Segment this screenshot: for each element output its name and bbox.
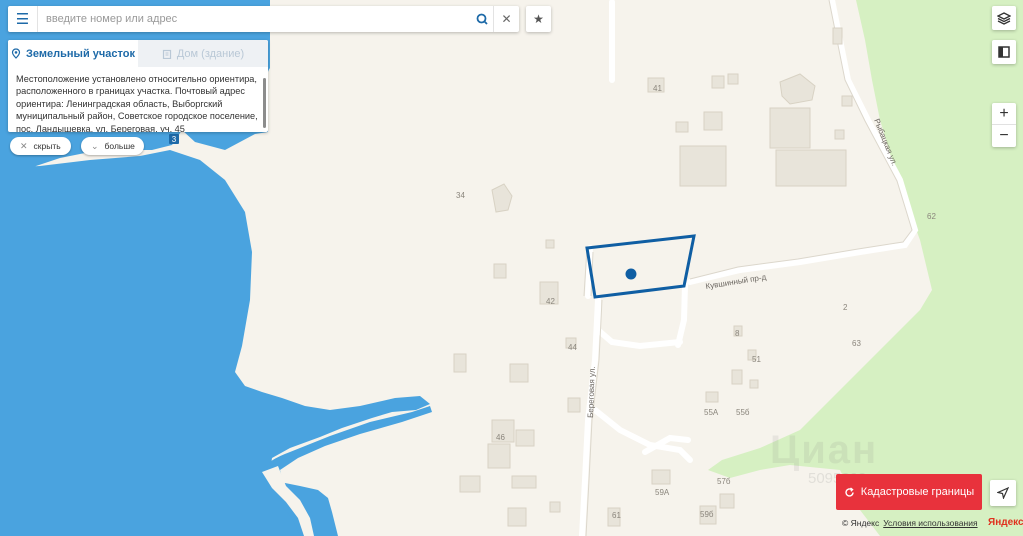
ruler-button[interactable] (992, 40, 1016, 64)
tab-label: Дом (здание) (176, 47, 245, 60)
tab-land-plot[interactable]: Земельный участок (8, 40, 138, 67)
chevron-down-icon: ⌄ (91, 140, 99, 151)
more-label: больше (104, 141, 135, 151)
tab-building[interactable]: Дом (здание) (138, 40, 268, 67)
hide-button[interactable]: ✕ скрыть (10, 137, 71, 155)
search-icon (476, 13, 488, 25)
house-number-label: 42 (546, 297, 555, 306)
search-input[interactable] (38, 13, 471, 25)
terms-link[interactable]: Условия использования (883, 518, 977, 528)
yandex-logo: Яндекс (988, 517, 1023, 528)
navigation-arrow-icon (997, 487, 1009, 499)
house-number-label: 44 (568, 343, 577, 352)
zoom-in-button[interactable]: + (992, 103, 1016, 125)
parcel-marker[interactable] (625, 268, 637, 280)
search-bar: ☰ ✕ (8, 6, 519, 32)
minus-icon: − (999, 127, 1009, 144)
house-number-label: 62 (927, 212, 936, 221)
ruler-icon (998, 46, 1010, 58)
cadastral-borders-button[interactable]: Кадастровые границы (836, 474, 982, 510)
yandex-logo-text: Яндекс (988, 517, 1023, 528)
zoom-control: + − (992, 103, 1016, 147)
house-number-label: 59А (655, 488, 670, 497)
parcel-description: Местоположение установлено относительно … (16, 74, 258, 132)
info-panel: Земельный участок Дом (здание) Местополо… (8, 40, 268, 132)
search-button[interactable] (471, 6, 493, 32)
house-number-label: 55б (736, 408, 750, 417)
watermark-logo: Циан (770, 428, 879, 472)
favorite-button[interactable]: ★ (526, 6, 551, 32)
layers-icon (997, 12, 1011, 25)
location-pin-icon (11, 48, 21, 59)
more-button[interactable]: ⌄ больше (81, 137, 144, 155)
panel-scrollbar[interactable] (263, 78, 266, 128)
copyright-text: © Яндекс (842, 518, 880, 528)
zoom-out-button[interactable]: − (992, 125, 1016, 147)
clear-button[interactable]: ✕ (493, 6, 519, 32)
layers-button[interactable] (992, 6, 1016, 30)
house-number-label: 55А (704, 408, 719, 417)
house-number-label: 51 (752, 355, 761, 364)
house-number-label: 34 (456, 191, 465, 200)
house-number-label: 41 (653, 84, 662, 93)
copyright-bar: © Яндекс Условия использования (842, 518, 978, 528)
info-tabs: Земельный участок Дом (здание) (8, 40, 268, 67)
house-number-label: 63 (852, 339, 861, 348)
menu-button[interactable]: ☰ (8, 6, 38, 32)
house-number-label: 46 (496, 433, 505, 442)
locate-button[interactable] (990, 480, 1016, 506)
route-marker-label: 3 (172, 135, 177, 144)
refresh-icon (845, 486, 854, 497)
hide-label: скрыть (33, 141, 61, 151)
house-number-label: 59б (700, 510, 714, 519)
cadastral-borders-label: Кадастровые границы (860, 486, 975, 498)
street-label-beregovaya: Береговая ул. (586, 366, 597, 418)
house-number-label: 8 (735, 329, 740, 338)
house-number-label: 57б (717, 477, 731, 486)
house-number-label: 2 (843, 303, 848, 312)
house-number-label: 61 (612, 511, 621, 520)
close-icon: ✕ (501, 12, 512, 26)
star-icon: ★ (533, 12, 544, 26)
plus-icon: + (999, 104, 1009, 122)
building-icon (162, 49, 171, 59)
close-icon: ✕ (20, 140, 28, 151)
tab-label: Земельный участок (26, 47, 135, 60)
hamburger-icon: ☰ (15, 11, 30, 28)
